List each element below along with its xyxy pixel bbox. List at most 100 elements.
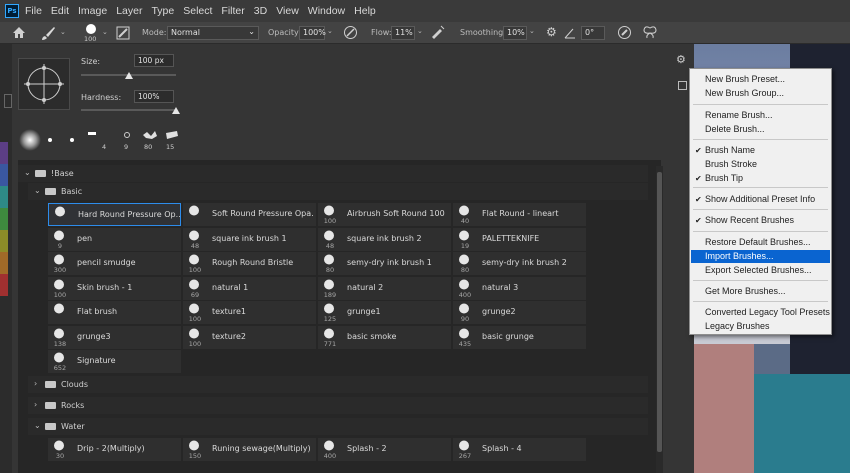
- brush-preset[interactable]: 400 Splash - 2: [318, 438, 451, 461]
- brush-tool-icon[interactable]: [40, 26, 56, 40]
- home-icon[interactable]: [12, 26, 26, 39]
- symmetry-butterfly-icon[interactable]: [643, 25, 657, 40]
- menu-view[interactable]: View: [276, 5, 299, 17]
- chevron-right-icon[interactable]: ›: [34, 379, 37, 388]
- menu-3d[interactable]: 3D: [254, 5, 267, 17]
- chevron-down-icon[interactable]: ⌄: [24, 168, 31, 177]
- recent-brush-ink-icon[interactable]: [142, 130, 158, 140]
- recent-brush-hard-icon[interactable]: [48, 138, 52, 142]
- brush-preset[interactable]: 19 PALETTEKNIFE: [453, 227, 586, 251]
- chevron-down-icon[interactable]: ⌄: [34, 421, 41, 430]
- group-basic[interactable]: ⌄ Basic: [28, 183, 648, 200]
- menu-item[interactable]: Restore Default Brushes...: [691, 236, 830, 249]
- brush-preset[interactable]: 300 pencil smudge: [48, 252, 181, 275]
- menu-select[interactable]: Select: [183, 5, 212, 17]
- group-base[interactable]: ⌄ !Base: [18, 165, 648, 182]
- flow-input[interactable]: 11%: [391, 26, 415, 40]
- chevron-down-icon[interactable]: ⌄: [102, 28, 108, 36]
- chevron-down-icon[interactable]: ⌄: [327, 27, 333, 35]
- scrollbar-thumb[interactable]: [657, 172, 662, 452]
- hardness-input[interactable]: 100%: [134, 90, 174, 103]
- brush-preset[interactable]: 400 natural 3: [453, 276, 586, 300]
- panel-collapse-icon[interactable]: [4, 94, 12, 108]
- brush-preset[interactable]: 125 grunge1: [318, 301, 451, 324]
- size-slider[interactable]: [81, 72, 176, 79]
- menu-item[interactable]: Brush Stroke: [691, 158, 830, 171]
- brush-preset[interactable]: 435 basic grunge: [453, 325, 586, 349]
- pressure-size-icon[interactable]: [617, 25, 632, 40]
- brush-preset[interactable]: 189 natural 2: [318, 276, 451, 300]
- new-brush-icon[interactable]: [678, 81, 687, 90]
- brush-preset[interactable]: 48 square ink brush 2: [318, 227, 451, 251]
- brush-preset[interactable]: Soft Round Pressure Opa...: [183, 203, 316, 226]
- group-water[interactable]: ⌄ Water: [28, 418, 648, 435]
- menu-filter[interactable]: Filter: [221, 5, 244, 17]
- menu-item[interactable]: New Brush Preset...: [691, 73, 830, 86]
- group-clouds[interactable]: › Clouds: [28, 376, 648, 393]
- gear-icon[interactable]: ⚙: [546, 25, 557, 39]
- recent-brush-flat-icon[interactable]: [165, 130, 179, 140]
- brush-settings-panel-icon[interactable]: [116, 26, 130, 40]
- menu-item[interactable]: New Brush Group...: [691, 87, 830, 100]
- recent-brush-soft-icon[interactable]: [19, 129, 41, 151]
- chevron-right-icon[interactable]: ›: [34, 400, 37, 409]
- brush-angle-roundness-widget[interactable]: [18, 58, 70, 110]
- group-rocks[interactable]: › Rocks: [28, 397, 648, 414]
- menu-type[interactable]: Type: [151, 5, 174, 17]
- menu-item[interactable]: Legacy Brushes: [691, 320, 830, 333]
- brush-preset[interactable]: 652 Signature: [48, 350, 181, 373]
- brush-preset[interactable]: 138 grunge3: [48, 325, 181, 349]
- brush-preset[interactable]: 100 Skin brush - 1: [48, 276, 181, 300]
- hardness-slider-thumb[interactable]: [172, 107, 180, 114]
- recent-brush-pen-icon[interactable]: [124, 132, 130, 138]
- angle-input[interactable]: 0°: [581, 26, 605, 40]
- menu-item[interactable]: Import Brushes...: [691, 250, 830, 263]
- gear-icon[interactable]: ⚙: [676, 53, 686, 66]
- menu-file[interactable]: File: [25, 5, 42, 17]
- smoothing-input[interactable]: 10%: [503, 26, 527, 40]
- menu-item[interactable]: Export Selected Brushes...: [691, 264, 830, 277]
- chevron-down-icon[interactable]: ⌄: [417, 27, 423, 35]
- menu-window[interactable]: Window: [308, 5, 345, 17]
- hardness-slider[interactable]: [81, 107, 180, 114]
- opacity-input[interactable]: 100%: [299, 26, 326, 40]
- brush-preset[interactable]: 80 semy-dry ink brush 1: [318, 252, 451, 275]
- chevron-down-icon[interactable]: ⌄: [60, 28, 66, 36]
- brush-preset[interactable]: 40 Flat Round - lineart: [453, 203, 586, 226]
- brush-preset[interactable]: 100 Airbrush Soft Round 100: [318, 203, 451, 226]
- menu-edit[interactable]: Edit: [51, 5, 69, 17]
- brush-preset[interactable]: 48 square ink brush 1: [183, 227, 316, 251]
- recent-brush-hard-icon[interactable]: [88, 132, 96, 135]
- size-slider-thumb[interactable]: [124, 72, 133, 79]
- pressure-opacity-icon[interactable]: [343, 25, 358, 40]
- menu-item[interactable]: Get More Brushes...: [691, 285, 830, 298]
- menu-item[interactable]: ✔ Brush Name: [691, 144, 830, 157]
- brush-preset[interactable]: 771 basic smoke: [318, 325, 451, 349]
- size-input[interactable]: 100 px: [134, 54, 174, 67]
- menu-item[interactable]: Delete Brush...: [691, 123, 830, 136]
- brush-preset[interactable]: 267 Splash - 4: [453, 438, 586, 461]
- brush-preset[interactable]: 30 Drip - 2(Multiply): [48, 438, 181, 461]
- menu-item[interactable]: Converted Legacy Tool Presets: [691, 306, 830, 319]
- brush-preset[interactable]: 100 texture2: [183, 325, 316, 349]
- chevron-down-icon[interactable]: ⌄: [34, 186, 41, 195]
- brush-preset[interactable]: 100 texture1: [183, 301, 316, 324]
- menu-layer[interactable]: Layer: [116, 5, 142, 17]
- brush-preset[interactable]: 9 pen: [48, 227, 181, 251]
- brush-preset[interactable]: 69 natural 1: [183, 276, 316, 300]
- menu-help[interactable]: Help: [354, 5, 376, 17]
- brush-preset[interactable]: Hard Round Pressure Op...: [48, 203, 181, 226]
- brush-preset[interactable]: 150 Runing sewage(Multiply): [183, 438, 316, 461]
- menu-image[interactable]: Image: [78, 5, 107, 17]
- brush-preset[interactable]: 80 semy-dry ink brush 2: [453, 252, 586, 275]
- brush-list-scrollbar[interactable]: [656, 166, 663, 473]
- recent-brush-hard-icon[interactable]: [70, 138, 74, 142]
- brush-preset[interactable]: Flat brush: [48, 301, 181, 324]
- chevron-down-icon[interactable]: ⌄: [529, 27, 535, 35]
- menu-item[interactable]: ✔ Show Additional Preset Info: [691, 193, 830, 206]
- menu-item[interactable]: ✔ Show Recent Brushes: [691, 214, 830, 227]
- brush-preset[interactable]: 90 grunge2: [453, 301, 586, 324]
- menu-item[interactable]: Rename Brush...: [691, 109, 830, 122]
- menu-item[interactable]: ✔ Brush Tip: [691, 172, 830, 185]
- airbrush-icon[interactable]: [430, 25, 445, 40]
